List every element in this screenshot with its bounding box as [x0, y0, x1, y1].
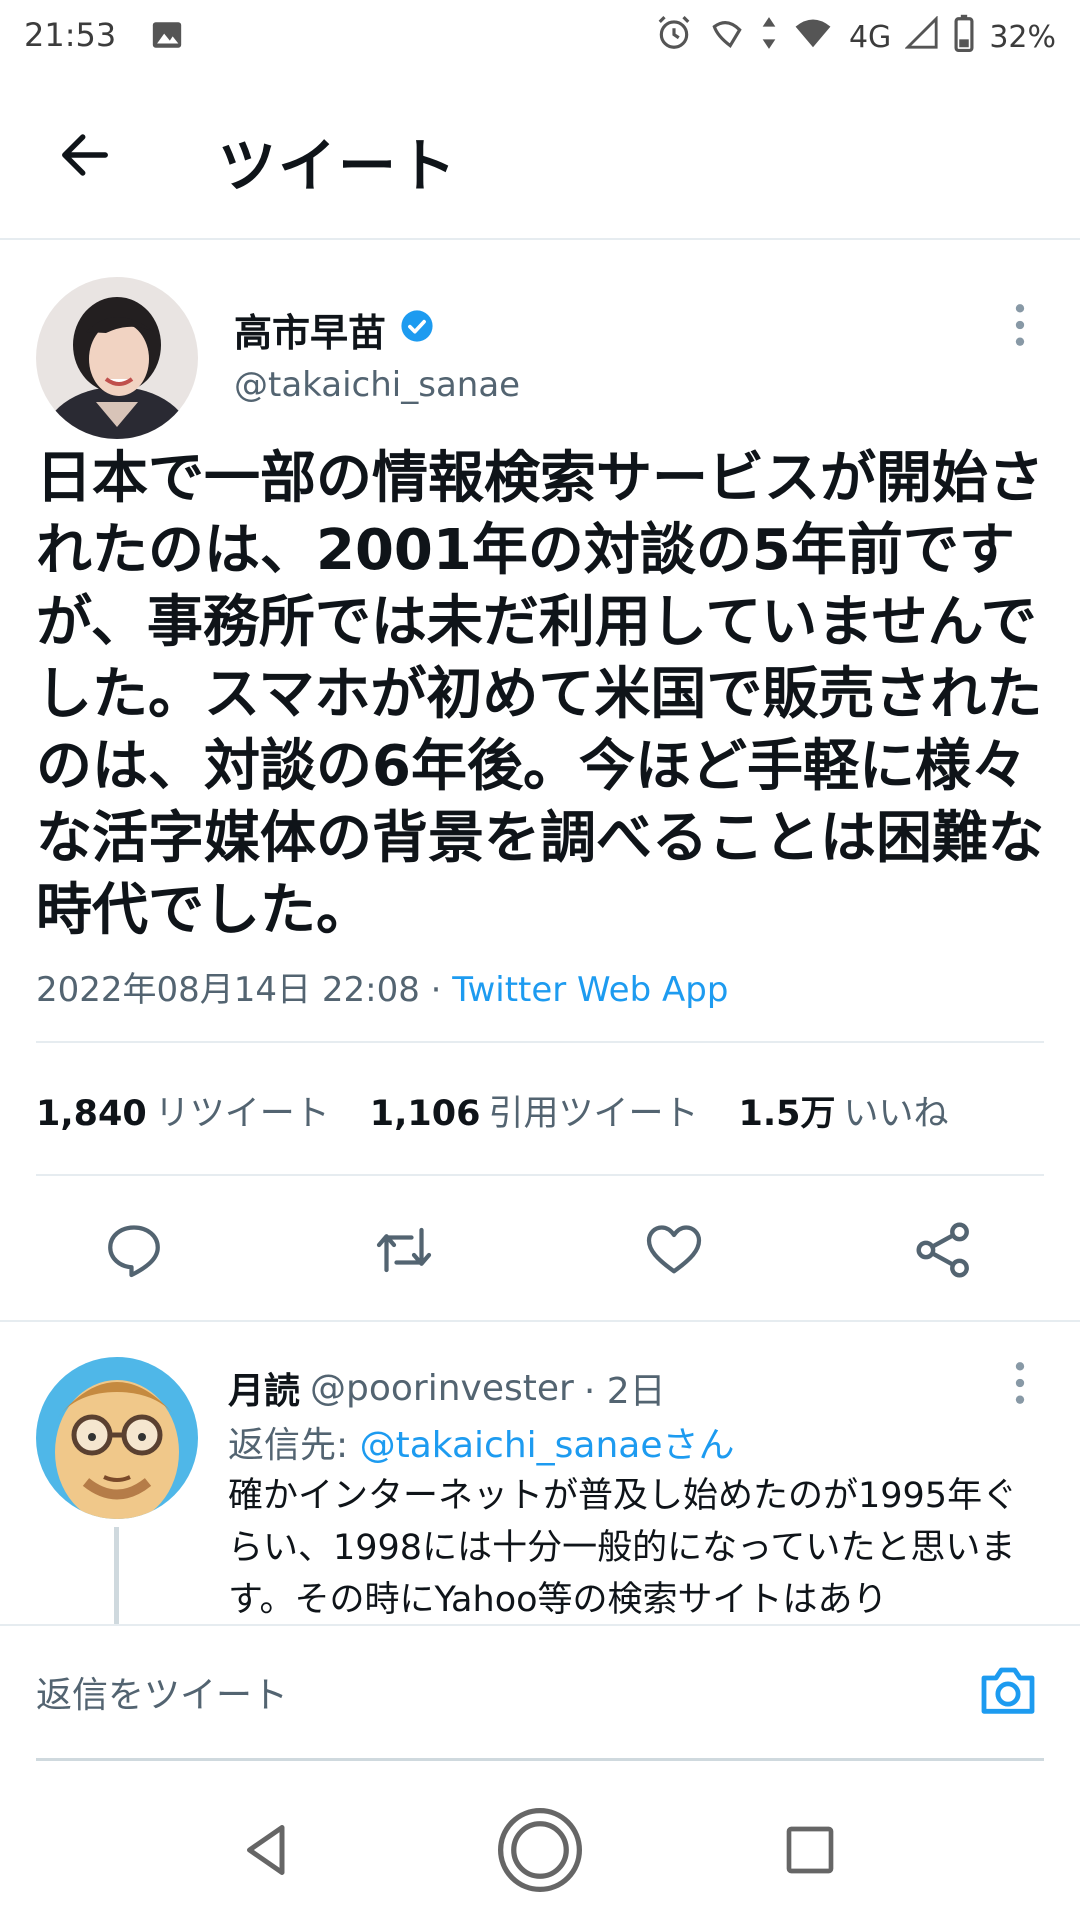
tweet-meta: 2022年08月14日 22:08 · Twitter Web App — [36, 962, 728, 1011]
quotes-label: 引用ツイート — [488, 1093, 699, 1134]
divider — [36, 1174, 1044, 1176]
divider — [36, 1041, 1044, 1043]
nav-home-icon — [498, 1808, 582, 1892]
alarm-icon — [655, 14, 693, 60]
reply-composer: 返信をツイート — [0, 1624, 1080, 1764]
author-name-text: 高市早苗 — [234, 311, 387, 355]
wifi-icon — [791, 14, 835, 60]
top-header: ツイート — [0, 75, 1080, 240]
network-type: 4G — [848, 19, 892, 55]
reply-to-link[interactable]: @takaichi_sanaeさん — [360, 1425, 735, 1466]
retweet-button[interactable] — [364, 1210, 444, 1290]
share-button[interactable] — [904, 1210, 984, 1290]
status-bar: 21:53 4G 32% — [0, 0, 1080, 75]
nav-back-button[interactable] — [222, 1805, 312, 1895]
nav-home-button[interactable] — [495, 1805, 585, 1895]
retweets-stat[interactable]: 1,840 リツイート — [36, 1085, 330, 1136]
nav-recents-icon — [786, 1826, 834, 1874]
reply-header: 月読 @poorinvester · 2日 — [228, 1362, 666, 1414]
battery-percent: 32% — [989, 19, 1056, 55]
like-button[interactable] — [634, 1210, 714, 1290]
reply-time: · 2日 — [583, 1371, 666, 1412]
reply-to-prefix: 返信先: — [228, 1425, 360, 1466]
back-button[interactable] — [50, 120, 120, 190]
section-divider — [0, 1320, 1080, 1322]
quotes-count: 1,106 — [369, 1093, 481, 1134]
author-name[interactable]: 高市早苗 — [234, 302, 434, 357]
quotes-stat[interactable]: 1,106 引用ツイート — [370, 1085, 699, 1136]
likes-label: いいね — [843, 1093, 949, 1134]
reply-avatar[interactable] — [36, 1357, 198, 1519]
data-transfer-icon — [761, 14, 777, 60]
author-avatar[interactable] — [36, 277, 198, 439]
reply-more-options-icon[interactable] — [1005, 1358, 1035, 1408]
page-title: ツイート — [218, 132, 459, 200]
tweet-actions — [0, 1210, 1080, 1290]
composer-underline — [36, 1758, 1044, 1761]
likes-count: 1.5万 — [738, 1093, 836, 1134]
battery-icon — [953, 14, 975, 60]
reply-icon — [108, 1225, 160, 1278]
nav-back-icon — [247, 1825, 285, 1875]
reply-author-handle[interactable]: @poorinvester — [310, 1368, 574, 1409]
status-time: 21:53 — [24, 16, 117, 54]
nav-recents-button[interactable] — [765, 1805, 855, 1895]
share-icon — [916, 1222, 969, 1278]
camera-button[interactable] — [976, 1658, 1040, 1722]
signal-icon — [904, 15, 939, 58]
system-nav-bar — [0, 1770, 1080, 1920]
reply-text: 確かインターネットが普及し始めたのが1995年ぐらい、1998には十分一般的にな… — [228, 1476, 1018, 1620]
camera-icon — [981, 1667, 1035, 1714]
tweet-stats: 1,840 リツイート 1,106 引用ツイート 1.5万 いいね — [36, 1085, 949, 1135]
retweet-icon — [376, 1227, 432, 1273]
meta-separator: · — [419, 970, 453, 1010]
nfc-icon — [707, 14, 747, 60]
verified-badge-icon — [400, 308, 434, 352]
likes-stat[interactable]: 1.5万 いいね — [738, 1085, 948, 1136]
reply-to: 返信先: @takaichi_sanaeさん — [228, 1416, 735, 1468]
reply-button[interactable] — [94, 1210, 174, 1290]
tweet-text: 日本で一部の情報検索サービスが開始されたのは、2001年の対談の5年前ですが、事… — [36, 446, 1044, 943]
tweet-source[interactable]: Twitter Web App — [452, 970, 728, 1010]
reply-input[interactable]: 返信をツイート — [36, 1666, 288, 1718]
heart-icon — [646, 1225, 702, 1274]
gallery-notification-icon — [150, 18, 184, 56]
retweets-label: リツイート — [154, 1093, 330, 1134]
back-arrow-icon — [62, 134, 108, 176]
thread-line — [114, 1527, 119, 1627]
author-handle[interactable]: @takaichi_sanae — [234, 365, 520, 405]
reply-author-name[interactable]: 月読 — [228, 1362, 300, 1414]
retweets-count: 1,840 — [36, 1093, 147, 1134]
tweet-timestamp[interactable]: 2022年08月14日 22:08 — [36, 970, 420, 1010]
more-options-icon[interactable] — [1005, 300, 1035, 350]
